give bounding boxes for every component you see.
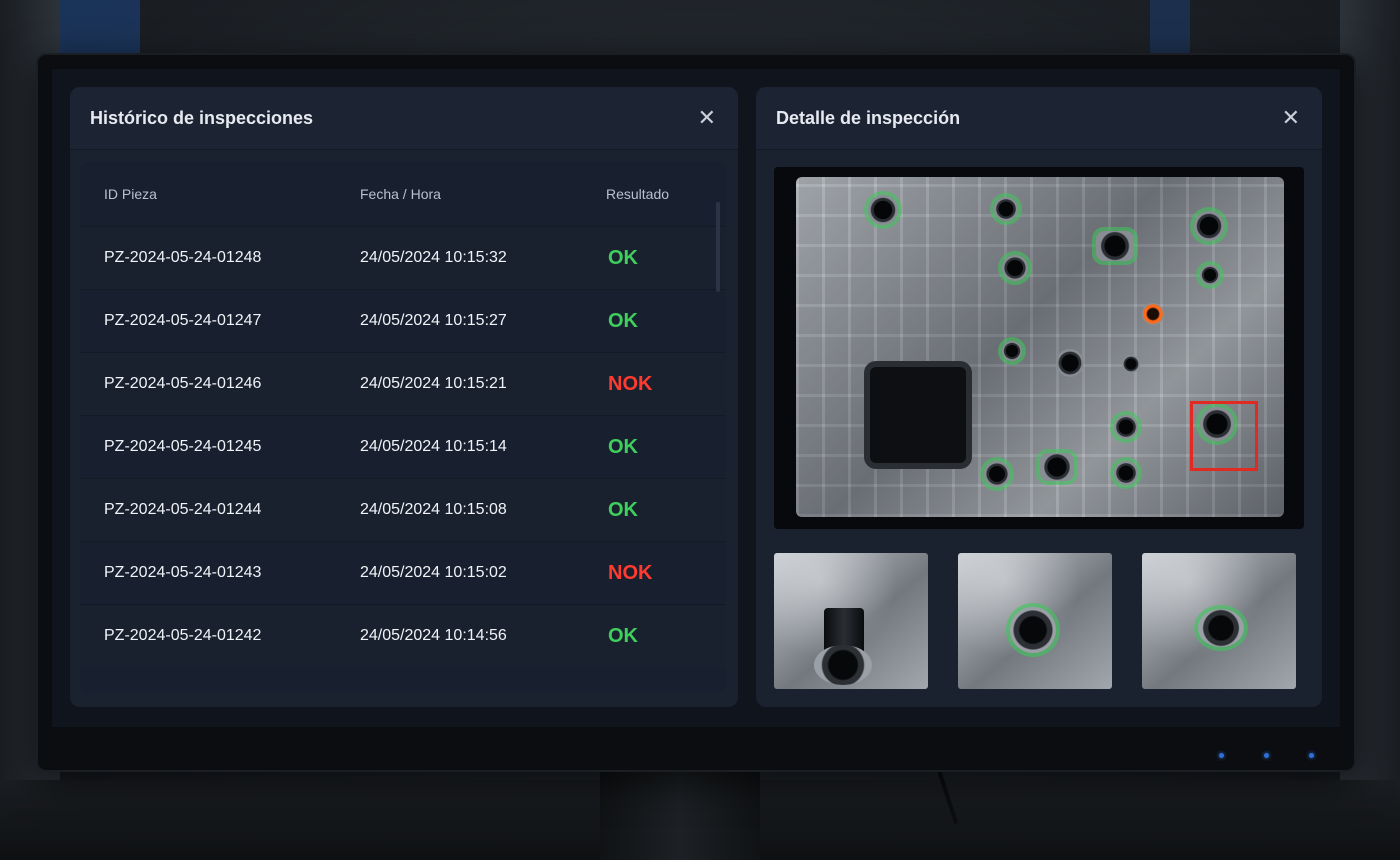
inspection-point-ok	[1002, 341, 1022, 361]
column-header-id[interactable]: ID Pieza	[80, 186, 336, 202]
monitor: Histórico de inspecciones ✕ ID Pieza Fec…	[38, 55, 1354, 770]
history-panel-title: Histórico de inspecciones	[90, 107, 314, 128]
table-row[interactable]: PZ-2024-05-24-01244 24/05/2024 10:15:08 …	[80, 478, 726, 541]
inspection-point	[1122, 355, 1140, 373]
table-row[interactable]: PZ-2024-05-24-01246 24/05/2024 10:15:21 …	[80, 352, 726, 415]
table-row[interactable]: PZ-2024-05-24-01242 24/05/2024 10:14:56 …	[80, 604, 726, 667]
column-header-result[interactable]: Resultado	[582, 186, 726, 202]
thumbnail-hole	[1010, 607, 1056, 653]
monitor-leds	[1219, 753, 1314, 758]
cell-piece-id: PZ-2024-05-24-01248	[104, 249, 262, 266]
inspection-point-ok	[1002, 255, 1028, 281]
history-table: ID Pieza Fecha / Hora Resultado PZ-2024-…	[80, 162, 726, 692]
defect-highlight-box	[1190, 401, 1258, 471]
cell-datetime: 24/05/2024 10:15:14	[360, 438, 507, 455]
inspection-point-ok	[1200, 265, 1220, 285]
inspection-point-ok	[984, 461, 1010, 487]
thumbnail-hole	[814, 645, 872, 685]
inspection-point-ok	[1114, 415, 1138, 439]
cell-piece-id: PZ-2024-05-24-01246	[104, 375, 262, 392]
table-row[interactable]: PZ-2024-05-24-01248 24/05/2024 10:15:32 …	[80, 226, 726, 289]
inspection-point-warning	[1142, 303, 1164, 325]
cell-piece-id: PZ-2024-05-24-01245	[104, 438, 262, 455]
monitor-stand	[600, 760, 760, 860]
table-scrollbar[interactable]	[716, 202, 720, 292]
part-connector	[864, 361, 972, 469]
table-body: PZ-2024-05-24-01248 24/05/2024 10:15:32 …	[80, 226, 726, 667]
inspection-point-ok	[1096, 231, 1134, 261]
table-row[interactable]: PZ-2024-05-24-01245 24/05/2024 10:15:14 …	[80, 415, 726, 478]
part-plate	[796, 177, 1284, 517]
cell-piece-id: PZ-2024-05-24-01244	[104, 501, 262, 518]
cell-result: OK	[608, 624, 638, 647]
cell-datetime: 24/05/2024 10:14:56	[360, 627, 507, 644]
inspection-image[interactable]	[774, 167, 1304, 529]
cell-result: OK	[608, 498, 638, 521]
cell-datetime: 24/05/2024 10:15:32	[360, 249, 507, 266]
detail-thumbnail[interactable]	[958, 553, 1112, 689]
table-header: ID Pieza Fecha / Hora Resultado	[80, 162, 726, 226]
inspection-point-ok	[994, 197, 1018, 221]
cell-datetime: 24/05/2024 10:15:08	[360, 501, 507, 518]
table-row[interactable]: PZ-2024-05-24-01247 24/05/2024 10:15:27 …	[80, 289, 726, 352]
cell-result: NOK	[608, 561, 653, 584]
cell-piece-id: PZ-2024-05-24-01247	[104, 312, 262, 329]
cell-result: OK	[608, 435, 638, 458]
thumbnail-hole	[1198, 609, 1244, 647]
detail-panel: Detalle de inspección ✕	[756, 87, 1322, 707]
cell-piece-id: PZ-2024-05-24-01243	[104, 564, 262, 581]
inspection-point-ok	[1194, 211, 1224, 241]
history-panel-header: Histórico de inspecciones ✕	[70, 87, 738, 150]
history-panel: Histórico de inspecciones ✕ ID Pieza Fec…	[70, 87, 738, 707]
cell-result: NOK	[608, 372, 653, 395]
background-shelf	[1150, 0, 1190, 60]
inspection-point	[1056, 349, 1084, 377]
detail-panel-title: Detalle de inspección	[776, 107, 961, 128]
cell-datetime: 24/05/2024 10:15:21	[360, 375, 507, 392]
cell-piece-id: PZ-2024-05-24-01242	[104, 627, 262, 644]
inspection-point-ok	[1114, 461, 1138, 485]
table-row[interactable]: PZ-2024-05-24-01243 24/05/2024 10:15:02 …	[80, 541, 726, 604]
status-led	[1309, 753, 1314, 758]
column-header-date[interactable]: Fecha / Hora	[336, 186, 582, 202]
cell-datetime: 24/05/2024 10:15:02	[360, 564, 507, 581]
status-led	[1264, 753, 1269, 758]
inspection-point-ok	[868, 195, 898, 225]
cell-datetime: 24/05/2024 10:15:27	[360, 312, 507, 329]
status-led	[1219, 753, 1224, 758]
screen: Histórico de inspecciones ✕ ID Pieza Fec…	[52, 69, 1340, 727]
detail-thumbnail[interactable]	[774, 553, 928, 689]
close-icon[interactable]: ✕	[1282, 107, 1300, 129]
detail-panel-header: Detalle de inspección ✕	[756, 87, 1322, 150]
detail-thumbnail[interactable]	[1142, 553, 1296, 689]
inspection-point-ok	[1040, 453, 1074, 481]
cell-result: OK	[608, 246, 638, 269]
close-icon[interactable]: ✕	[698, 107, 716, 129]
background-shelf	[60, 0, 140, 60]
cell-result: OK	[608, 309, 638, 332]
